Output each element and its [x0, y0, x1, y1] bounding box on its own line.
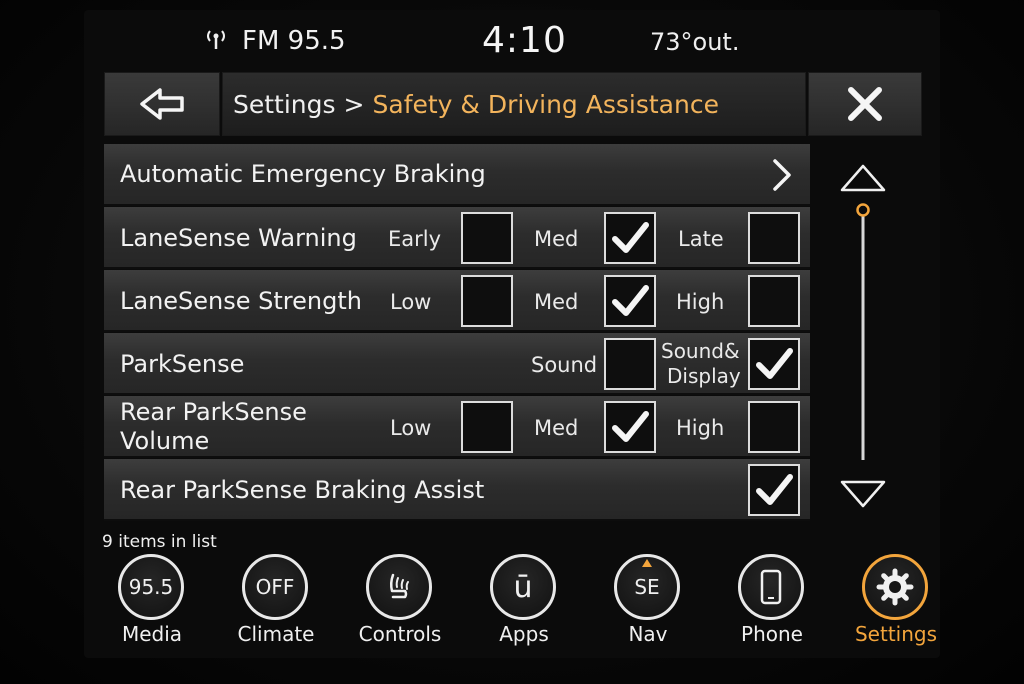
outside-temperature: 73°out. [650, 28, 740, 56]
gear-icon [876, 568, 914, 606]
scroll-thumb[interactable] [856, 203, 870, 217]
close-icon [848, 87, 882, 121]
checkbox-strength-low[interactable] [461, 275, 513, 327]
row-label: LaneSense Warning [120, 224, 357, 252]
nav-label-climate: Climate [237, 622, 315, 646]
nav-climate[interactable]: OFF Climate [228, 548, 324, 652]
option-label-sound-display: Sound& Display [661, 339, 741, 389]
nav-phone[interactable]: Phone [724, 548, 820, 652]
chevron-right-icon [773, 159, 791, 191]
radio-signal-icon [207, 30, 225, 49]
checkmark-icon [756, 474, 793, 505]
option-label-sound: Sound [531, 353, 598, 377]
checkmark-icon [612, 411, 649, 442]
phone-icon [738, 554, 804, 620]
row-label: LaneSense Strength [120, 287, 362, 315]
row-lanesense-warning: LaneSense Warning Early Med Late [104, 207, 810, 269]
checkmark-icon [612, 285, 649, 316]
row-label: Automatic Emergency Braking [120, 160, 486, 188]
clock: 4:10 [482, 20, 567, 61]
nav-media[interactable]: 95.5 Media [104, 548, 200, 652]
media-icon: 95.5 [118, 554, 184, 620]
scroll-up-icon[interactable] [840, 164, 886, 192]
option-label-med: Med [534, 227, 579, 251]
option-label-med: Med [534, 290, 579, 314]
checkbox-warning-early[interactable] [461, 212, 513, 264]
breadcrumb-root[interactable]: Settings [233, 90, 336, 119]
checkbox-strength-high[interactable] [748, 275, 800, 327]
compass-icon: SE [614, 554, 680, 620]
row-label-line2: Volume [120, 427, 210, 455]
settings-list: Automatic Emergency Braking LaneSense Wa… [104, 144, 810, 526]
option-label-high: High [676, 416, 725, 440]
checkmark-icon [756, 348, 793, 379]
checkbox-strength-med[interactable] [604, 275, 656, 327]
nav-nav[interactable]: SE Nav [600, 548, 696, 652]
header: Settings > Safety & Driving Assistance [104, 72, 922, 136]
row-label-line1: Rear ParkSense [120, 398, 307, 426]
row-parksense: ParkSense Sound Sound& Display [104, 333, 810, 395]
option-label-early: Early [388, 227, 442, 251]
nav-label-media: Media [121, 622, 183, 646]
breadcrumb: Settings > Safety & Driving Assistance [222, 72, 806, 136]
checkbox-volume-low[interactable] [461, 401, 513, 453]
checkbox-volume-high[interactable] [748, 401, 800, 453]
checkbox-parksense-sound[interactable] [604, 338, 656, 390]
row-rear-parksense-volume: Rear ParkSense Volume Low Med High [104, 396, 810, 458]
close-button[interactable] [808, 72, 922, 136]
nav-apps[interactable]: ū Apps [476, 548, 572, 652]
nav-arrow-icon [642, 559, 652, 567]
nav-label-nav: Nav [628, 622, 668, 646]
checkbox-rear-braking-assist[interactable] [748, 464, 800, 516]
nav-controls[interactable]: Controls [352, 548, 448, 652]
nav-icon-text: SE [634, 575, 660, 599]
row-label: Rear ParkSense Braking Assist [120, 476, 485, 504]
page-title: Safety & Driving Assistance [372, 89, 719, 119]
settings-icon [862, 554, 928, 620]
option-label-line1: Sound& [661, 339, 740, 363]
checkbox-warning-late[interactable] [748, 212, 800, 264]
climate-icon: OFF [242, 554, 308, 620]
climate-icon-text: OFF [255, 575, 295, 599]
row-lanesense-strength: LaneSense Strength Low Med High [104, 270, 810, 332]
back-button[interactable] [104, 72, 220, 136]
scrollbar-graphic [840, 164, 886, 508]
option-label-low: Low [390, 416, 432, 440]
nav-settings[interactable]: Settings [848, 548, 944, 652]
row-label: Rear ParkSense Volume [120, 398, 307, 456]
radio-station[interactable]: FM 95.5 [242, 26, 346, 56]
row-label: ParkSense [120, 350, 245, 378]
nav-label-apps: Apps [499, 622, 549, 646]
option-label-line2: Display [667, 364, 741, 388]
nav-label-settings: Settings [854, 622, 938, 646]
nav-label-controls: Controls [358, 622, 442, 646]
apps-icon: ū [490, 554, 556, 620]
option-label-med: Med [534, 416, 579, 440]
checkmark-icon [612, 222, 649, 253]
option-label-high: High [676, 290, 725, 314]
back-arrow-icon [140, 88, 184, 120]
option-label-late: Late [678, 227, 724, 251]
seat-icon [366, 554, 432, 620]
scrollbar[interactable] [832, 160, 894, 520]
checkbox-parksense-sound-display[interactable] [748, 338, 800, 390]
checkbox-warning-med[interactable] [604, 212, 656, 264]
bottom-nav: 95.5 Media OFF Climate Controls ū Apps S… [104, 548, 937, 652]
option-label-low: Low [390, 290, 432, 314]
nav-label-phone: Phone [741, 622, 803, 646]
row-automatic-emergency-braking[interactable]: Automatic Emergency Braking [104, 144, 810, 206]
breadcrumb-separator: > [343, 89, 365, 119]
checkbox-volume-med[interactable] [604, 401, 656, 453]
apps-icon-text: ū [513, 569, 533, 605]
media-icon-text: 95.5 [128, 575, 174, 599]
scroll-down-icon[interactable] [840, 480, 886, 508]
row-rear-parksense-braking-assist: Rear ParkSense Braking Assist [104, 459, 810, 521]
status-bar: FM 95.5 4:10 73°out. [84, 14, 940, 70]
